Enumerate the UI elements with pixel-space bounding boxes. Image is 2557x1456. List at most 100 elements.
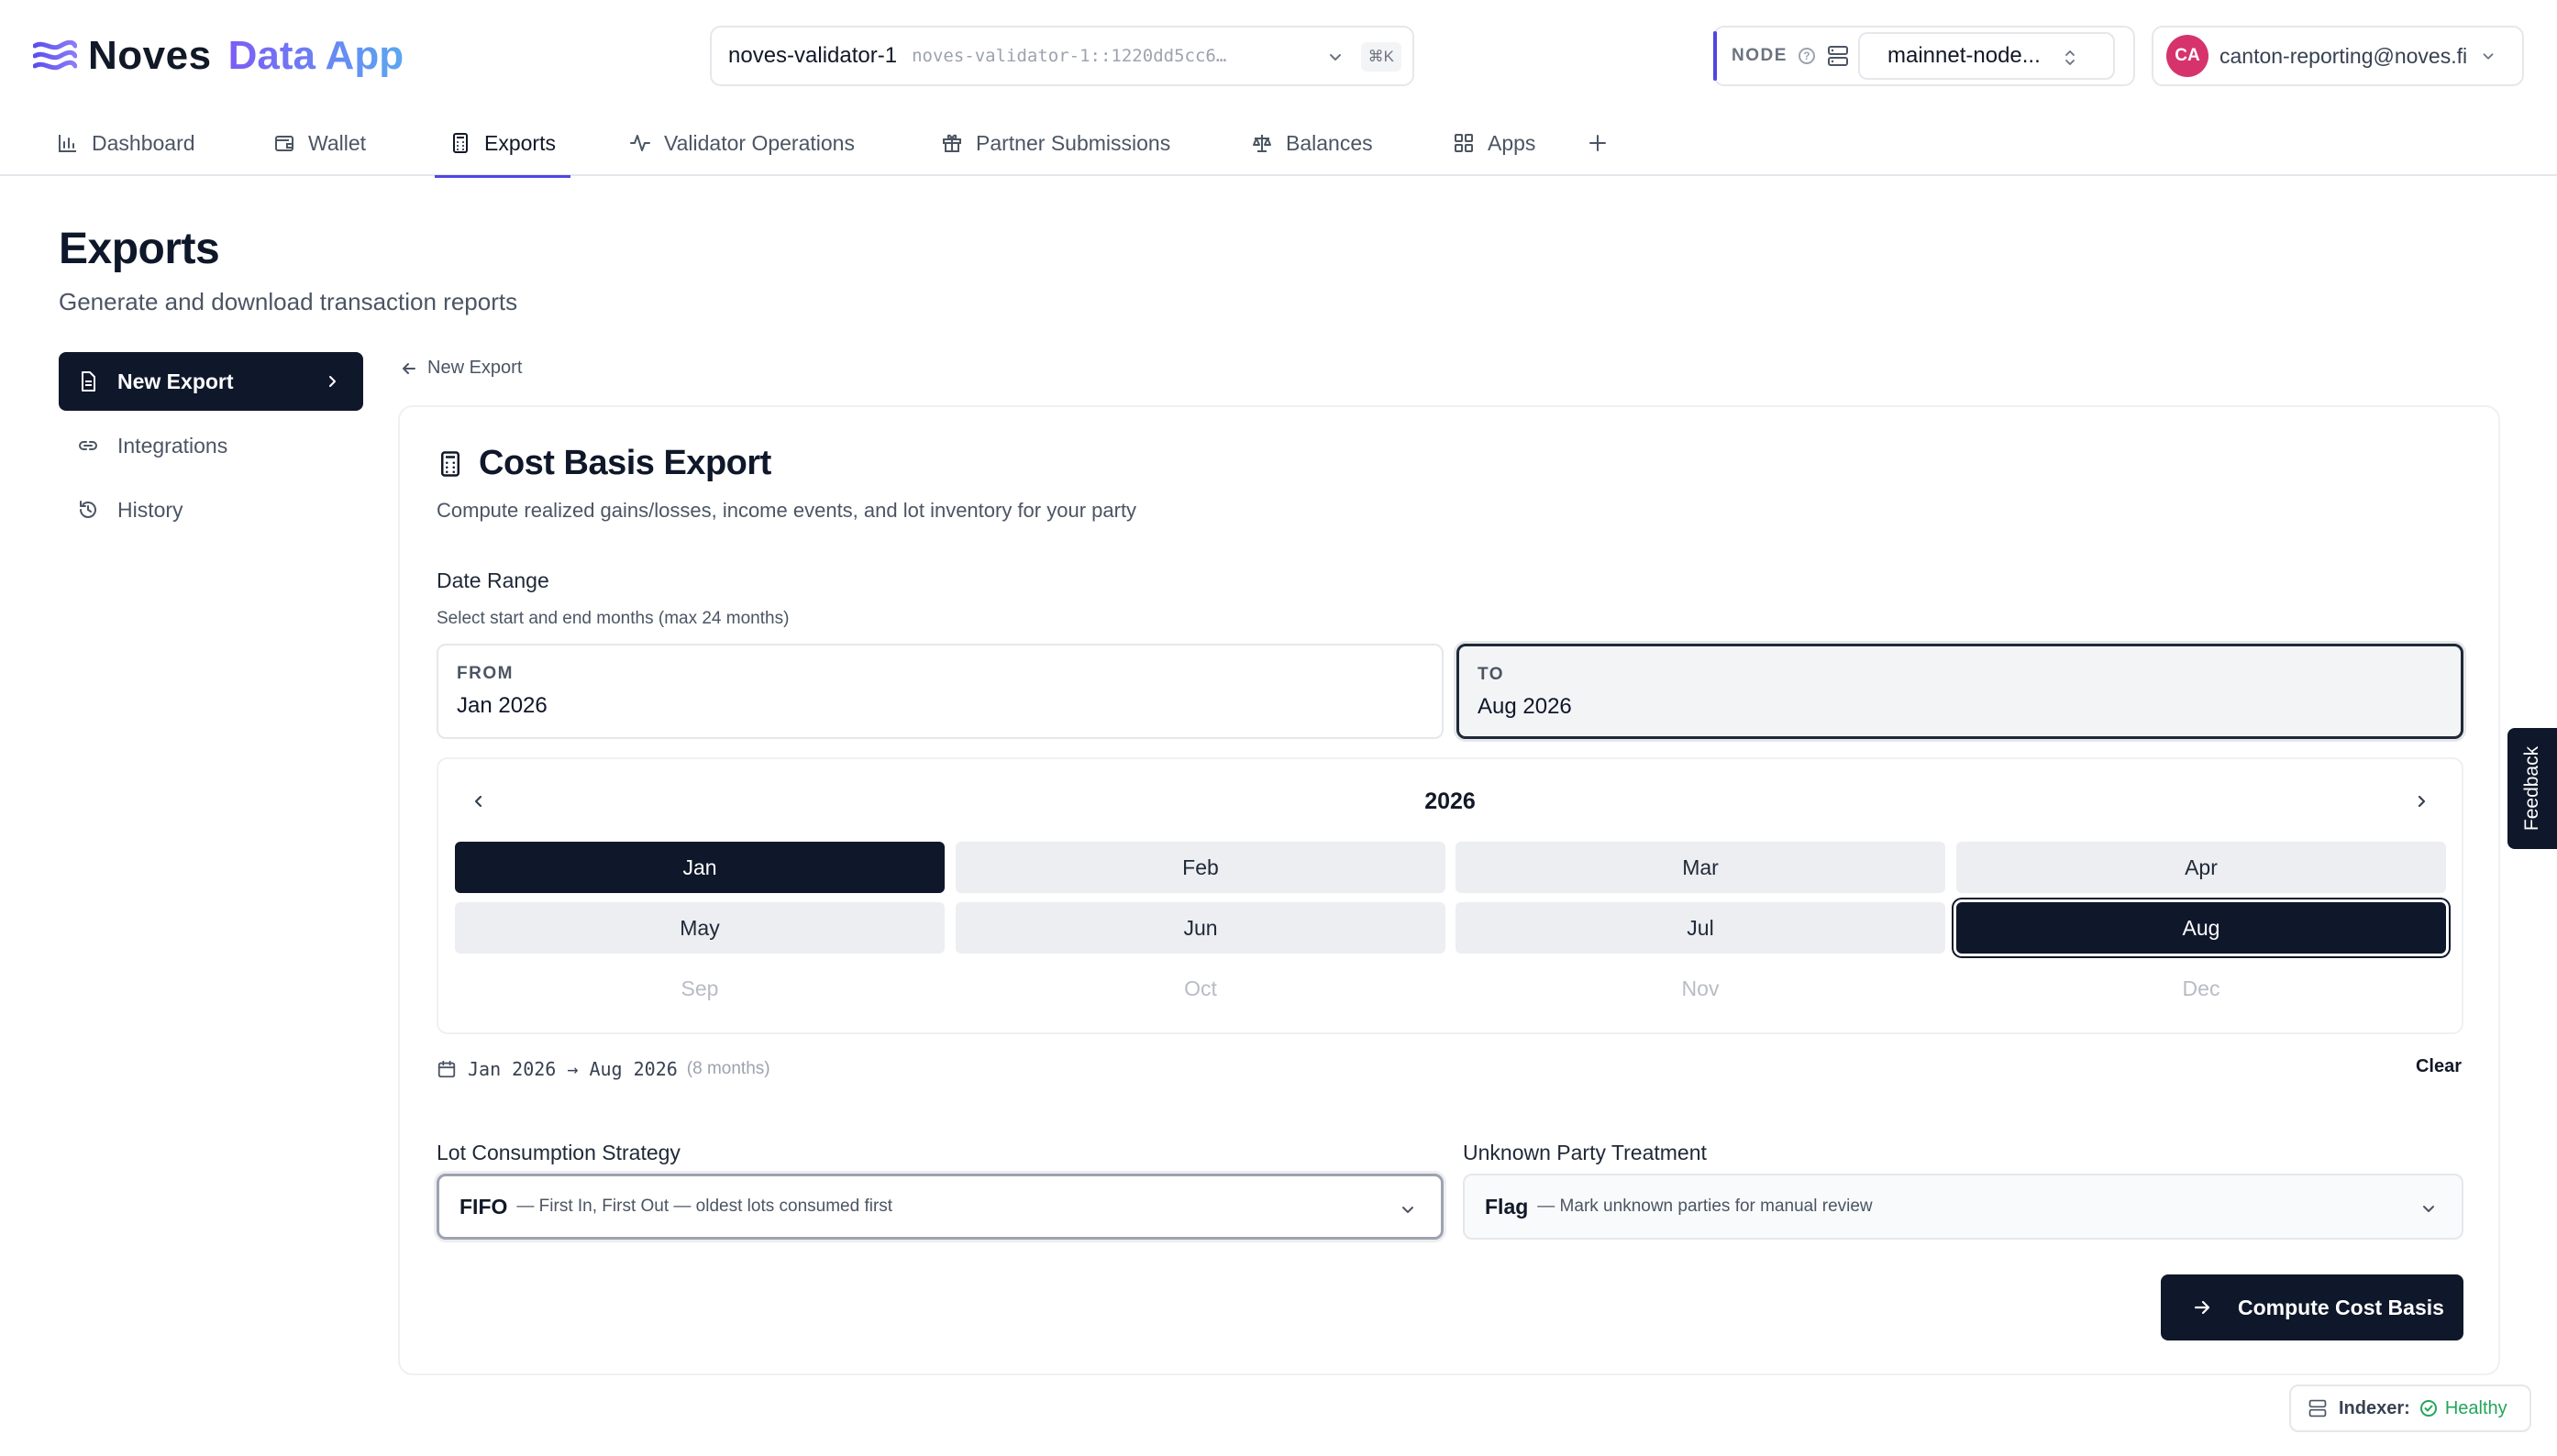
bar-chart-icon — [57, 132, 79, 154]
main-tabs: Dashboard Wallet Exports Validator Opera… — [0, 110, 2557, 178]
command-shortcut-badge: ⌘K — [1360, 42, 1401, 72]
file-icon — [77, 370, 99, 392]
month-apr[interactable]: Apr — [1956, 842, 2446, 893]
lot-strategy-description: — First In, First Out — oldest lots cons… — [516, 1197, 893, 1216]
month-picker: 2026 Jan Feb Mar Apr May Jun Jul Aug Sep… — [437, 757, 2463, 1034]
compute-button-label: Compute Cost Basis — [2238, 1295, 2444, 1319]
month-jan[interactable]: Jan — [455, 842, 945, 893]
clear-range-button[interactable]: Clear — [2416, 1056, 2462, 1077]
link-icon — [77, 435, 99, 457]
indexer-label: Indexer: — [2339, 1397, 2410, 1418]
tab-label: Validator Operations — [664, 130, 855, 155]
month-sep: Sep — [681, 976, 719, 1000]
sidebar-item-label: History — [117, 497, 183, 522]
tab-label: Partner Submissions — [976, 130, 1171, 155]
tab-label: Exports — [484, 130, 556, 155]
activity-icon — [629, 132, 651, 154]
question-circle-icon[interactable]: ? — [1798, 48, 1815, 64]
sidebar-item-integrations[interactable]: Integrations — [59, 416, 363, 475]
sidebar-item-history[interactable]: History — [59, 480, 363, 539]
tab-partner-submissions[interactable]: Partner Submissions — [926, 110, 1185, 176]
chevron-down-icon — [1326, 48, 1345, 66]
month-jun[interactable]: Jun — [956, 902, 1445, 954]
month-mar[interactable]: Mar — [1456, 842, 1945, 893]
top-bar: Noves Data App noves-validator-1 noves-v… — [0, 0, 2557, 110]
month-jul[interactable]: Jul — [1456, 902, 1945, 954]
brand-name: Noves — [88, 33, 212, 78]
calendar-year: 2026 — [1424, 789, 1476, 814]
range-month-count: (8 months) — [686, 1059, 770, 1078]
from-caption: FROM — [457, 664, 514, 683]
chevron-right-icon[interactable] — [2412, 792, 2430, 811]
tab-label: Balances — [1286, 130, 1373, 155]
feedback-tab[interactable]: Feedback — [2507, 728, 2557, 849]
check-circle-icon — [2419, 1399, 2438, 1417]
node-select[interactable]: mainnet-node... — [1858, 32, 2115, 80]
chevron-down-icon — [2419, 1199, 2438, 1218]
arrow-right-icon — [2192, 1297, 2212, 1318]
tab-exports[interactable]: Exports — [435, 110, 570, 178]
party-selector[interactable]: noves-validator-1 noves-validator-1::122… — [710, 26, 1414, 86]
page-subtitle: Generate and download transaction report… — [59, 288, 518, 315]
from-value: Jan 2026 — [457, 693, 548, 718]
brand-subtitle: Data App — [227, 33, 404, 78]
back-link-label: New Export — [427, 358, 523, 378]
date-from-field[interactable]: FROM Jan 2026 — [437, 644, 1444, 739]
lot-strategy-value: FIFO — [459, 1194, 508, 1219]
node-label: NODE — [1732, 46, 1788, 65]
tab-validator-operations[interactable]: Validator Operations — [614, 110, 869, 176]
sidebar-item-label: Integrations — [117, 433, 228, 458]
gift-icon — [941, 132, 963, 154]
chevron-down-icon — [1399, 1200, 1417, 1219]
feedback-label: Feedback — [2521, 745, 2543, 832]
tab-label: Apps — [1488, 130, 1536, 155]
calculator-icon — [437, 450, 464, 478]
party-name: noves-validator-1 — [728, 43, 898, 68]
compute-cost-basis-button[interactable]: Compute Cost Basis — [2161, 1274, 2463, 1340]
server-icon — [2308, 1398, 2328, 1418]
to-value: Aug 2026 — [1478, 694, 1572, 719]
date-range-hint: Select start and end months (max 24 mont… — [437, 609, 790, 628]
month-may[interactable]: May — [455, 902, 945, 954]
month-oct: Oct — [1184, 976, 1217, 1000]
party-id: noves-validator-1::1220dd5cc6… — [912, 46, 1227, 66]
date-range-label: Date Range — [437, 568, 549, 592]
tab-apps[interactable]: Apps — [1438, 110, 1550, 176]
card-title-text: Cost Basis Export — [479, 444, 771, 482]
sidebar-item-label: New Export — [117, 369, 234, 393]
grid-icon — [1453, 132, 1475, 154]
chevrons-up-down-icon — [2064, 49, 2076, 67]
unknown-party-select[interactable]: Flag — Mark unknown parties for manual r… — [1463, 1174, 2463, 1240]
tab-balances[interactable]: Balances — [1236, 110, 1388, 176]
date-to-field[interactable]: TO Aug 2026 — [1456, 644, 2463, 739]
chevron-right-icon — [323, 372, 341, 391]
noves-waves-logo-icon — [33, 40, 77, 72]
user-menu[interactable]: CA canton-reporting@noves.fi — [2152, 26, 2524, 86]
unknown-party-description: — Mark unknown parties for manual review — [1537, 1197, 1873, 1216]
cost-basis-export-card: Cost Basis Export Compute realized gains… — [398, 405, 2500, 1375]
card-title: Cost Basis Export — [437, 444, 771, 483]
range-summary-text: Jan 2026 → Aug 2026 — [468, 1058, 678, 1080]
tab-dashboard[interactable]: Dashboard — [42, 110, 210, 176]
lot-strategy-select[interactable]: FIFO — First In, First Out — oldest lots… — [437, 1174, 1444, 1240]
scale-icon — [1251, 132, 1273, 154]
add-tab-plus-icon[interactable] — [1585, 130, 1611, 156]
month-feb[interactable]: Feb — [956, 842, 1445, 893]
month-nov: Nov — [1681, 976, 1720, 1000]
app-logo[interactable]: Noves Data App — [33, 33, 404, 79]
arrow-left-icon — [400, 359, 418, 378]
indexer-status: Indexer: Healthy — [2289, 1384, 2531, 1432]
calendar-icon — [437, 1059, 457, 1079]
unknown-party-value: Flag — [1485, 1194, 1529, 1219]
page-title: Exports — [59, 225, 220, 273]
chevron-down-icon — [2480, 48, 2496, 64]
sidebar-item-new-export[interactable]: New Export — [59, 352, 363, 411]
month-aug[interactable]: Aug — [1956, 902, 2446, 954]
unknown-party-label: Unknown Party Treatment — [1463, 1141, 1707, 1164]
to-caption: TO — [1478, 665, 1505, 684]
back-link[interactable]: New Export — [400, 358, 522, 379]
tab-wallet[interactable]: Wallet — [259, 110, 381, 176]
node-switcher: NODE ? mainnet-node... — [1713, 26, 2135, 86]
node-select-value: mainnet-node... — [1887, 43, 2041, 68]
history-icon — [77, 499, 99, 521]
